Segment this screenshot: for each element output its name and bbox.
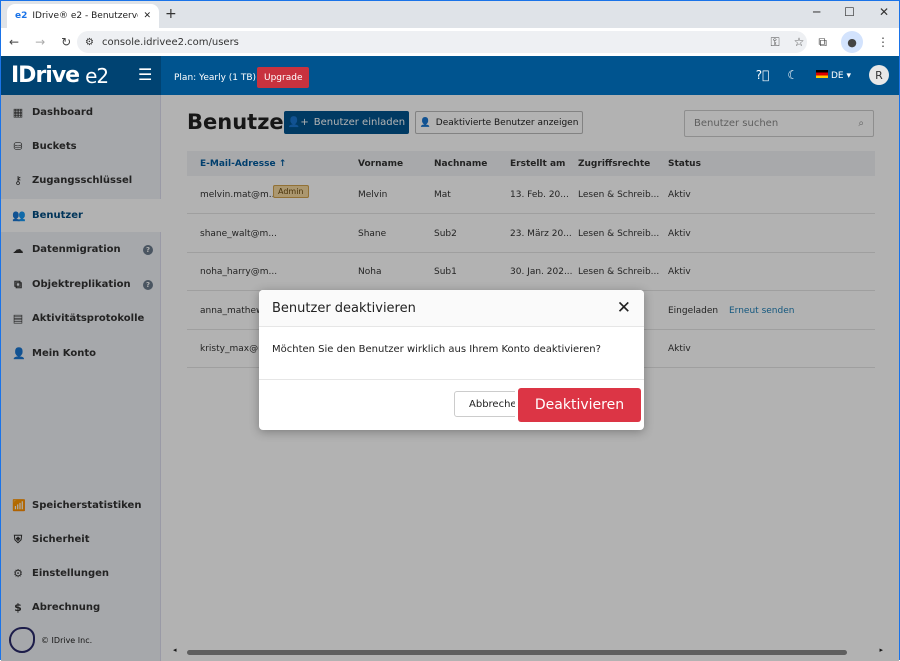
dark-mode-moon-icon[interactable]: ☾	[787, 68, 798, 82]
tab-bar: e2 IDrive® e2 - Benutzerverwaltung ✕ + ─ ☐ ✕	[1, 1, 899, 28]
upgrade-button[interactable]: Upgrade	[257, 67, 310, 88]
app-header: IDrive e2 ☰ Plan: Yearly (1 TB) Upgrade ?…	[1, 56, 899, 95]
menu-dots-icon[interactable]: ⋮	[877, 35, 889, 49]
hamburger-menu-icon[interactable]: ☰	[138, 65, 152, 84]
close-icon[interactable]: ✕	[617, 298, 631, 318]
browser-tab[interactable]: e2 IDrive® e2 - Benutzerverwaltung ✕	[7, 4, 159, 28]
tab-title: IDrive® e2 - Benutzerverwaltung	[32, 11, 138, 21]
dialog-message: Möchten Sie den Benutzer wirklich aus Ih…	[259, 327, 644, 380]
maximize-button[interactable]: ☐	[844, 5, 855, 19]
bookmark-star-icon[interactable]: ☆	[794, 35, 805, 49]
back-icon[interactable]: ←	[9, 35, 19, 49]
plan-label: Plan: Yearly (1 TB)	[174, 73, 257, 83]
url-text: console.idrivee2.com/users	[101, 36, 239, 48]
dialog-title: Benutzer deaktivieren	[272, 300, 416, 316]
minimize-button[interactable]: ─	[813, 5, 820, 19]
forward-icon[interactable]: →	[35, 35, 45, 49]
reload-icon[interactable]: ↻	[61, 35, 71, 49]
close-window-button[interactable]: ✕	[879, 5, 889, 19]
password-key-icon[interactable]: ⚿	[771, 35, 780, 50]
url-field[interactable]: ⚙ console.idrivee2.com/users	[77, 31, 807, 53]
close-tab-icon[interactable]: ✕	[143, 11, 151, 21]
profile-icon[interactable]: ●	[841, 31, 863, 53]
language-select[interactable]: DE ▾	[816, 69, 851, 81]
help-icon[interactable]: ?⃝	[756, 68, 770, 82]
extensions-icon[interactable]: ⧉	[818, 35, 827, 50]
deactivate-user-dialog: Benutzer deaktivieren ✕ Möchten Sie den B…	[259, 290, 644, 430]
site-settings-icon[interactable]: ⚙	[85, 37, 94, 48]
deactivate-button[interactable]: Deaktivieren	[518, 388, 641, 422]
new-tab-button[interactable]: +	[165, 6, 177, 22]
favicon-icon: e2	[15, 11, 28, 21]
logo[interactable]: IDrive e2	[1, 56, 161, 95]
address-bar-row: ← → ↻ ⚙ console.idrivee2.com/users ⚿ ☆ ⧉ ● ⋮	[1, 28, 899, 56]
avatar[interactable]: R	[869, 65, 889, 85]
flag-de-icon	[816, 69, 829, 78]
